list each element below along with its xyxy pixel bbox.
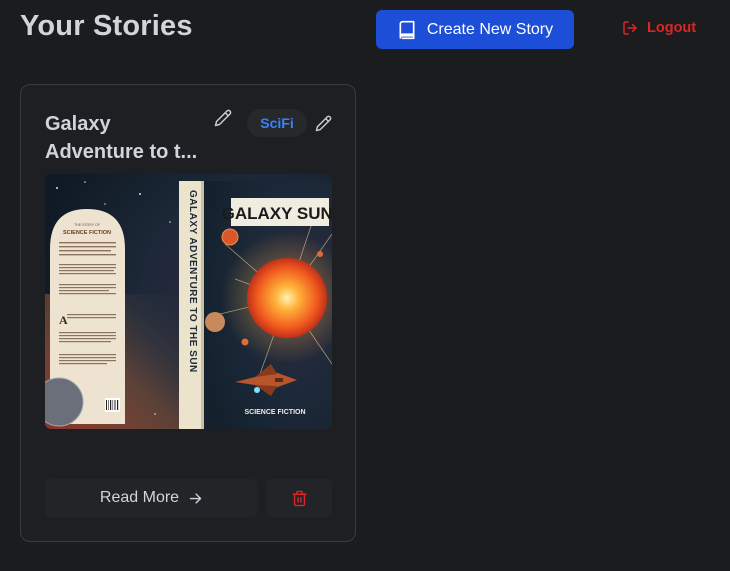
arrow-right-icon [189,492,202,504]
story-title: Galaxy Adventure to t... [45,110,215,166]
logout-button[interactable]: Logout [622,20,696,36]
read-more-button[interactable]: Read More [45,479,258,517]
story-title-line-2: Adventure to t... [45,141,198,163]
trash-icon [291,490,307,506]
svg-text:GALAXY SUN!: GALAXY SUN! [222,204,332,223]
story-cover-image: THE STORY OF SCIENCE FICTION A GALAXY AD… [45,174,332,429]
book-icon [399,20,415,39]
create-new-story-button[interactable]: Create New Story [376,10,574,49]
create-new-story-label: Create New Story [426,20,554,38]
logout-icon [623,21,637,35]
svg-text:A: A [59,313,68,327]
svg-text:SCIENCE FICTION: SCIENCE FICTION [244,409,305,416]
svg-text:SCIENCE FICTION: SCIENCE FICTION [63,230,111,236]
story-title-line-1: Galaxy [45,113,111,135]
story-card: Galaxy Adventure to t... SciFi THE STORY… [20,84,356,542]
read-more-label: Read More [99,489,180,506]
delete-story-button[interactable] [266,479,332,517]
logout-label: Logout [647,20,697,36]
edit-genre-pencil-icon[interactable] [315,115,332,132]
edit-title-pencil-icon[interactable] [214,109,232,127]
svg-text:THE STORY OF: THE STORY OF [74,223,100,227]
genre-badge: SciFi [247,109,307,137]
page-title: Your Stories [20,10,193,42]
svg-text:GALAXY ADVENTURE TO THE SUN: GALAXY ADVENTURE TO THE SUN [187,190,198,373]
